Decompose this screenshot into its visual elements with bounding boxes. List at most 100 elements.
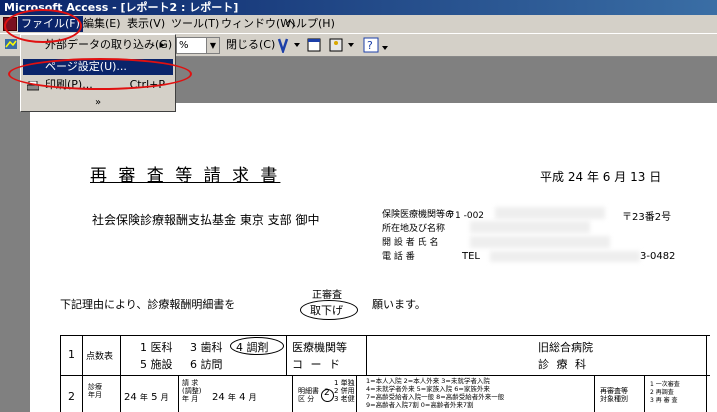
institution-code-label-1: 医療機関等 (292, 341, 347, 354)
request-suffix: 願います。 (372, 298, 426, 311)
request-option-selected: 取下げ (310, 304, 343, 317)
reexam-label-2: 対象種別 (600, 395, 628, 403)
option-medical: 1 医科 (140, 341, 173, 354)
date-day: 13 (630, 170, 646, 184)
close-button[interactable]: 閉じる(C) (226, 37, 275, 53)
row2-number: 2 (68, 390, 75, 403)
review-type-1: 1 一次審査 (650, 381, 680, 388)
menu-view[interactable]: 表示(V) (124, 16, 168, 32)
zoom-value: % (179, 40, 189, 51)
detail-selected-mark: 2 (324, 388, 330, 398)
claim-year-unit: 年 (227, 393, 236, 402)
option-dental: 3 歯科 (190, 341, 223, 354)
table-left-border (60, 335, 61, 412)
postal-code: 〒1 -002 (446, 208, 484, 221)
svg-text:?: ? (367, 39, 373, 52)
row2-label: 診療 年月 (88, 383, 102, 399)
claim-date: 24 年 4 月 (212, 392, 257, 403)
claim-label-2: (調整) (182, 387, 202, 395)
table-col-divider-9 (644, 375, 645, 412)
phone-label: 電 話 番 (382, 252, 415, 262)
zoom-dropdown-arrow[interactable]: ▼ (206, 38, 219, 53)
institution-code-label-2: コ ー ド (292, 358, 342, 371)
table-col-divider-5 (178, 375, 179, 412)
report-preview-page: 再 審 査 等 請 求 書 平成 24 年 6 月 13 日 社会保険診療報酬支… (30, 103, 717, 412)
tel-label: TEL (462, 251, 480, 262)
tel-tail: 3-0482 (640, 251, 676, 262)
menu-edit[interactable]: 編集(E) (80, 16, 124, 32)
design-view-icon[interactable] (4, 37, 18, 53)
option-visit: 6 訪問 (190, 358, 223, 371)
treatment-month: 5 (151, 392, 158, 403)
postal-part: -002 (463, 211, 485, 221)
detail-options: 1 単独 2 併用 3 老健 (334, 379, 355, 403)
date-year: 24 (567, 170, 584, 184)
date-day-unit: 日 (649, 170, 662, 184)
date-era: 平成 (540, 170, 565, 184)
detail-option-single: 1 単独 (334, 379, 355, 387)
help-icon[interactable]: ? (362, 37, 390, 53)
table-col-divider-8 (594, 375, 595, 412)
review-type-list: 1 一次審査 2 再調査 3 再 審 査 (650, 381, 680, 405)
provider-label-2: 所在地及び名称 (382, 224, 446, 234)
option-facility: 5 施設 (140, 358, 173, 371)
postal-prefix: 〒1 (446, 211, 461, 221)
reexam-label-1: 再審査等 (600, 387, 628, 395)
patient-types-line-3: 7=高齢受給者入院一般 8=高齢受給者外来一般 (366, 393, 505, 401)
redacted-tel (490, 251, 640, 262)
treatment-year-unit: 年 (139, 393, 148, 402)
redacted-founder (470, 236, 610, 248)
table-right-border (706, 335, 707, 412)
reexam-label: 再審査等 対象種別 (600, 387, 628, 403)
claim-year: 24 (212, 392, 225, 403)
department-label: 診 療 科 (538, 358, 588, 371)
menu-tools[interactable]: ツール(T) (168, 16, 222, 32)
submenu-arrow-icon: ▸ (159, 38, 165, 51)
patient-types-line-1: 1=本人入院 2=本人外来 3=未就学者入院 (366, 377, 490, 385)
hospital-name: 旧総合病院 (538, 341, 593, 354)
addressee: 社会保険診療報酬支払基金 東京 支部 御中 (92, 213, 320, 227)
database-window-icon[interactable] (306, 37, 358, 53)
annotation-oval-page-setup (8, 58, 192, 90)
patient-type-list: 1=本人入院 2=本人外来 3=未就学者入院 4=未就学者外来 5=家族入院 6… (366, 377, 504, 409)
date-month-unit: 月 (614, 170, 627, 184)
claim-month-unit: 月 (248, 393, 257, 402)
provider-labels: 保険医療機関等の 所在地及び名称 開 設 者 氏 名 電 話 番 (382, 208, 454, 264)
expand-menu-chevron-icon[interactable]: » (21, 97, 175, 108)
detail-option-combined: 2 併用 (334, 387, 355, 395)
table-col-divider-4 (366, 335, 367, 375)
table-col-divider-6 (292, 375, 293, 412)
row2-label-2: 年月 (88, 391, 102, 399)
option-pharmacy: 4 調剤 (236, 341, 269, 354)
founder-label: 開 設 者 氏 名 (382, 238, 439, 248)
detail-label-1: 明細書 (298, 387, 319, 395)
table-col-divider-3 (286, 335, 287, 375)
claim-label: 請 求 (調整) 年 月 (182, 379, 201, 403)
row2-label-1: 診療 (88, 383, 102, 391)
provider-label-1: 保険医療機関等の (382, 210, 455, 220)
treatment-year: 24 (124, 392, 137, 403)
patient-types-line-2: 4=未就学者外来 5=家族入院 6=家族外来 (366, 385, 490, 393)
table-col-divider-1 (82, 335, 83, 412)
date-year-unit: 年 (586, 170, 599, 184)
document-heading: 再 審 査 等 請 求 書 (90, 166, 281, 186)
table-col-divider-2 (120, 335, 121, 412)
patient-types-line-4: 9=高齢者入院7割 0=高齢者外来7割 (366, 401, 474, 409)
menu-help[interactable]: ヘルプ(H) (282, 16, 338, 32)
annotation-oval-file-menu (4, 9, 82, 43)
row1-label: 点数表 (86, 352, 114, 362)
claim-label-1: 請 求 (182, 379, 199, 387)
treatment-date: 24 年 5 月 (124, 392, 169, 403)
detail-option-elderly: 3 老健 (334, 395, 355, 403)
table-col-divider-7 (356, 375, 357, 412)
zoom-select[interactable]: % ▼ (176, 37, 220, 54)
table-row-divider (60, 375, 710, 376)
date-month: 6 (602, 170, 611, 184)
redacted-name (470, 221, 590, 233)
treatment-month-unit: 月 (160, 393, 169, 402)
request-option-top: 正審査 (312, 290, 342, 301)
document-date: 平成 24 年 6 月 13 日 (540, 168, 661, 185)
office-links-icon[interactable] (276, 37, 302, 55)
claim-month: 4 (239, 392, 246, 403)
request-prefix: 下記理由により、診療報酬明細書を (60, 298, 236, 311)
